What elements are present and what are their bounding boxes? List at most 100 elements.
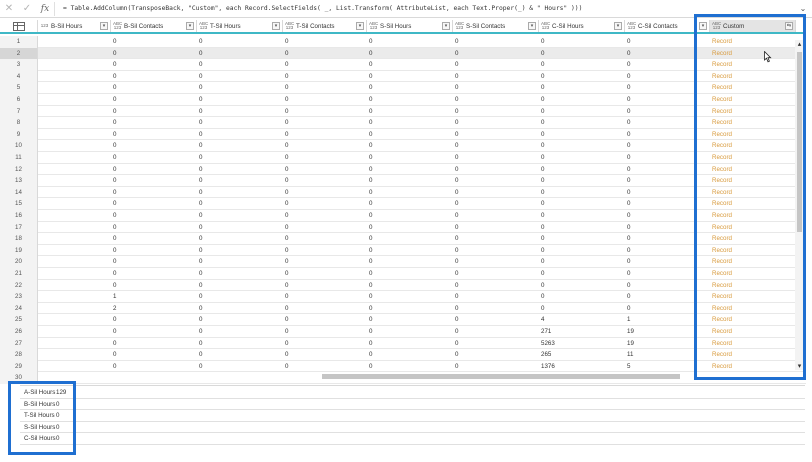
table-row[interactable]: 29 0 0 0 0 0 1376 5 Record	[0, 360, 806, 373]
row-number[interactable]: 20	[0, 256, 38, 268]
table-cell: 0	[455, 107, 459, 115]
row-number[interactable]: 11	[0, 152, 38, 164]
row-number[interactable]: 27	[0, 337, 38, 350]
row-number[interactable]: 22	[0, 279, 38, 292]
table-menu-icon[interactable]	[0, 20, 38, 32]
filter-dropdown-icon[interactable]: ▾	[100, 22, 108, 30]
table-row[interactable]: 3 0 0 0 0 0 0 0 Record	[0, 59, 806, 71]
table-row[interactable]: 4 0 0 0 0 0 0 0 Record	[0, 70, 806, 83]
filter-dropdown-icon[interactable]: ▾	[614, 22, 622, 30]
table-row[interactable]: 11 0 0 0 0 0 0 0 Record	[0, 152, 806, 164]
filter-dropdown-icon[interactable]: ▾	[442, 22, 450, 30]
row-number[interactable]: 23	[0, 291, 38, 303]
table-cell: 0	[199, 351, 203, 359]
row-number[interactable]: 15	[0, 198, 38, 210]
row-number[interactable]: 21	[0, 268, 38, 280]
row-number[interactable]: 25	[0, 314, 38, 326]
table-row[interactable]: 28 0 0 0 0 0 265 11 Record	[0, 349, 806, 361]
filter-dropdown-icon[interactable]: ▾	[356, 22, 364, 30]
table-row[interactable]: 5 0 0 0 0 0 0 0 Record	[0, 82, 806, 94]
row-number[interactable]: 2	[0, 47, 38, 60]
row-number[interactable]: 14	[0, 186, 38, 199]
row-number[interactable]: 10	[0, 140, 38, 152]
table-row[interactable]: 17 0 0 0 0 0 0 0 Record	[0, 221, 806, 234]
column-header-t-sil-contacts[interactable]: ABC 123 T-Sil Contacts ▾	[283, 20, 367, 32]
table-cell: 0	[455, 119, 459, 127]
table-cell: 0	[455, 339, 459, 347]
table-row[interactable]: 8 0 0 0 0 0 0 0 Record	[0, 117, 806, 129]
column-header-s-sil-hours[interactable]: ABC 123 S-Sil Hours ▾	[367, 20, 453, 32]
table-row[interactable]: 24 2 0 0 0 0 0 0 Record	[0, 302, 806, 315]
row-number[interactable]: 7	[0, 105, 38, 118]
table-row[interactable]: 19 0 0 0 0 0 0 0 Record	[0, 244, 806, 257]
type-icon[interactable]: 123	[40, 23, 49, 29]
type-icon[interactable]: ABC 123	[455, 21, 464, 31]
table-row[interactable]: 14 0 0 0 0 0 0 0 Record	[0, 186, 806, 199]
filter-dropdown-icon[interactable]: ▾	[528, 22, 536, 30]
row-number[interactable]: 28	[0, 349, 38, 361]
type-icon[interactable]: ABC 123	[113, 21, 122, 31]
row-number[interactable]: 6	[0, 94, 38, 106]
row-number[interactable]: 4	[0, 70, 38, 83]
table-row[interactable]: 21 0 0 0 0 0 0 0 Record	[0, 268, 806, 280]
table-row[interactable]: 25 0 0 0 0 0 4 1 Record	[0, 314, 806, 326]
row-number[interactable]: 9	[0, 128, 38, 141]
formula-input[interactable]: = Table.AddColumn(TransposeBack, "Custom…	[54, 1, 794, 16]
check-icon[interactable]: ✓	[18, 0, 36, 18]
row-number[interactable]: 19	[0, 244, 38, 257]
type-icon[interactable]: ABC 123	[541, 21, 550, 31]
table-row[interactable]: 22 0 0 0 0 0 0 0 Record	[0, 279, 806, 292]
table-cell: 0	[113, 339, 117, 347]
table-row[interactable]: 23 1 0 0 0 0 0 0 Record	[0, 291, 806, 303]
type-icon[interactable]: ABC 123	[285, 21, 294, 31]
row-number[interactable]: 26	[0, 326, 38, 338]
column-header-s-sil-contacts[interactable]: ABC 123 S-Sil Contacts ▾	[453, 20, 539, 32]
row-number[interactable]: 8	[0, 117, 38, 129]
filter-dropdown-icon[interactable]: ▾	[272, 22, 280, 30]
row-number[interactable]: 29	[0, 360, 38, 373]
row-number[interactable]: 24	[0, 302, 38, 315]
horizontal-scroll-thumb[interactable]	[322, 374, 680, 379]
table-row[interactable]: 10 0 0 0 0 0 0 0 Record	[0, 140, 806, 152]
table-row[interactable]: 16 0 0 0 0 0 0 0 Record	[0, 210, 806, 222]
type-icon[interactable]: ABC 123	[199, 21, 208, 31]
close-icon[interactable]: ✕	[0, 0, 18, 18]
filter-dropdown-icon[interactable]: ▾	[186, 22, 194, 30]
column-header-c-sil-hours[interactable]: ABC 123 C-Sil Hours ▾	[539, 20, 625, 32]
row-number[interactable]: 16	[0, 210, 38, 222]
table-row[interactable]: 18 0 0 0 0 0 0 0 Record	[0, 233, 806, 245]
horizontal-scrollbar[interactable]	[40, 372, 800, 380]
table-cell: 0	[199, 84, 203, 92]
column-header-b-sil-hours[interactable]: 123 B-Sil Hours ▾	[38, 20, 111, 32]
table-row[interactable]: 26 0 0 0 0 0 271 19 Record	[0, 326, 806, 338]
row-number[interactable]: 13	[0, 175, 38, 187]
table-row[interactable]: 1 0 0 0 0 0 0 0 Record	[0, 36, 806, 48]
table-cell: 0	[113, 212, 117, 219]
row-number[interactable]: 5	[0, 82, 38, 94]
table-row[interactable]: 20 0 0 0 0 0 0 0 Record	[0, 256, 806, 268]
table-row[interactable]: 13 0 0 0 0 0 0 0 Record	[0, 175, 806, 187]
table-row[interactable]: 9 0 0 0 0 0 0 0 Record	[0, 128, 806, 141]
row-number[interactable]: 1	[0, 36, 38, 48]
type-icon[interactable]: ABC 123	[369, 21, 378, 31]
table-row[interactable]: 12 0 0 0 0 0 0 0 Record	[0, 163, 806, 176]
table-cell: 0	[369, 130, 373, 138]
table-row[interactable]: 27 0 0 0 0 0 5263 19 Record	[0, 337, 806, 350]
row-number[interactable]: 18	[0, 233, 38, 245]
type-icon[interactable]: ABC 123	[627, 21, 636, 31]
table-cell: 0	[285, 96, 289, 103]
row-number[interactable]: 17	[0, 221, 38, 234]
column-header-b-sil-contacts[interactable]: ABC 123 B-Sil Contacts ▾	[111, 20, 197, 32]
table-cell: 0	[369, 362, 373, 370]
row-number[interactable]: 3	[0, 59, 38, 71]
table-row[interactable]: 6 0 0 0 0 0 0 0 Record	[0, 94, 806, 106]
column-header-t-sil-hours[interactable]: ABC 123 T-Sil Hours ▾	[197, 20, 283, 32]
table-row[interactable]: 2 0 0 0 0 0 0 0 Record	[0, 47, 806, 60]
table-cell: 0	[199, 246, 203, 254]
table-row[interactable]: 15 0 0 0 0 0 0 0 Record	[0, 198, 806, 210]
row-number[interactable]: 12	[0, 163, 38, 176]
table-cell: 0	[455, 84, 459, 92]
table-cell: 0	[455, 304, 459, 312]
table-row[interactable]: 7 0 0 0 0 0 0 0 Record	[0, 105, 806, 118]
table-cell: 1376	[541, 362, 555, 370]
